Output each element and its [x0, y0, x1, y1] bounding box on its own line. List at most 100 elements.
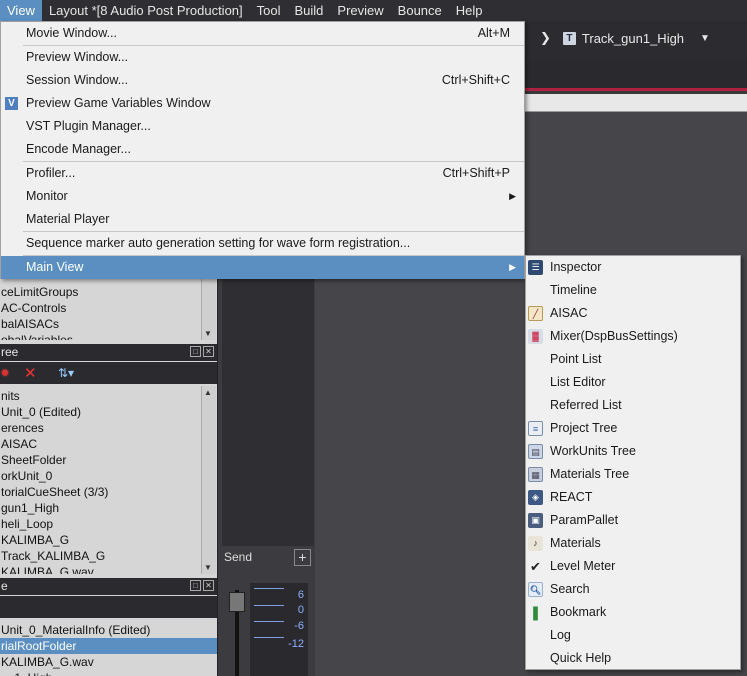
submenu-item-point-list[interactable]: Point List [526, 348, 740, 371]
scroll-up-icon[interactable]: ▲ [204, 388, 212, 397]
tree-item[interactable]: heli_Loop [0, 516, 200, 532]
menu-preview[interactable]: Preview [330, 0, 390, 21]
tree-item[interactable]: Unit_0_MaterialInfo (Edited) [0, 622, 200, 638]
tree-item[interactable]: KALIMBA_G.wav [0, 654, 200, 670]
materials-icon: ♪ [528, 536, 543, 551]
panel-title: e □ ✕ [0, 578, 217, 595]
add-icon[interactable]: ✹ [0, 366, 10, 380]
submenu-item-timeline[interactable]: Timeline [526, 279, 740, 302]
menu-tool[interactable]: Tool [250, 0, 288, 21]
menu-item-encode-manager[interactable]: Encode Manager... [1, 138, 524, 161]
chevron-down-icon[interactable]: ▼ [700, 33, 710, 44]
timeline-ruler [525, 94, 747, 112]
panel-toolbar: ✹ ✕ ⇅▾ [0, 362, 217, 384]
tree-item[interactable]: torialCueSheet (3/3) [0, 484, 200, 500]
main-view-submenu: ☰ Inspector Timeline ╱ AISAC ▓ Mixer(Dsp… [525, 255, 741, 670]
chevron-right-icon: ❯ [540, 30, 551, 45]
meter-tick [254, 621, 284, 622]
tree-item[interactable]: AC-Controls [0, 300, 200, 316]
tree-item[interactable]: Unit_0 (Edited) [0, 404, 200, 420]
scrollbar[interactable]: ▲ ▼ [201, 386, 216, 574]
panel-toolbar [0, 596, 217, 618]
add-send-button[interactable]: + [294, 549, 311, 566]
bookmark-icon: ❚ [529, 604, 542, 620]
tree-item[interactable]: balAISACs [0, 316, 200, 332]
level-meter: 6 0 -6 -12 [250, 583, 308, 676]
meter-tick [254, 588, 284, 589]
tree-item[interactable]: ... 1_High [0, 670, 200, 676]
menu-item-vst-plugin-manager[interactable]: VST Plugin Manager... [1, 115, 524, 138]
menu-item-movie-window[interactable]: Movie Window... Alt+M [1, 22, 524, 45]
tree-item-selected[interactable]: rialRootFolder [0, 638, 217, 654]
submenu-item-aisac[interactable]: ╱ AISAC [526, 302, 740, 325]
close-icon[interactable]: ✕ [203, 346, 214, 357]
submenu-item-materials-tree[interactable]: ▦ Materials Tree [526, 463, 740, 486]
tree-item[interactable]: ceLimitGroups [0, 284, 200, 300]
scroll-down-icon[interactable]: ▼ [204, 563, 212, 572]
float-icon[interactable]: □ [190, 346, 201, 357]
submenu-item-search[interactable]: 🔍︎ Search [526, 578, 740, 601]
scrollbar[interactable]: ▼ [201, 278, 216, 340]
tree-item[interactable]: obalVariables [0, 332, 200, 340]
meter-tick [254, 605, 284, 606]
tree-item[interactable]: Track_KALIMBA_G [0, 548, 200, 564]
db-label: -12 [288, 638, 304, 650]
submenu-item-referred-list[interactable]: Referred List [526, 394, 740, 417]
react-icon: ◈ [528, 490, 543, 505]
tree-item[interactable]: AISAC [0, 436, 200, 452]
menu-item-session-window[interactable]: Session Window... Ctrl+Shift+C [1, 69, 524, 92]
search-icon: 🔍︎ [528, 582, 543, 597]
menu-item-sequence-marker-setting[interactable]: Sequence marker auto generation setting … [1, 232, 524, 255]
menu-item-profiler[interactable]: Profiler... Ctrl+Shift+P [1, 162, 524, 185]
left-panel: ceLimitGroups AC-Controls balAISACs obal… [0, 278, 217, 676]
menu-item-main-view[interactable]: Main View ▶ [1, 256, 524, 279]
content-area [315, 278, 525, 676]
submenu-item-project-tree[interactable]: ≡ Project Tree [526, 417, 740, 440]
menu-item-preview-game-variables[interactable]: V Preview Game Variables Window [1, 92, 524, 115]
close-icon[interactable]: ✕ [203, 580, 214, 591]
menu-bounce[interactable]: Bounce [391, 0, 449, 21]
sort-icon[interactable]: ⇅▾ [58, 366, 74, 380]
menu-layout[interactable]: Layout *[8 Audio Post Production] [42, 0, 250, 21]
submenu-item-workunits-tree[interactable]: ▤ WorkUnits Tree [526, 440, 740, 463]
mixer-strip [222, 278, 314, 546]
db-label: -6 [294, 620, 304, 632]
checkbox-checked-icon: V [5, 97, 18, 110]
menu-help[interactable]: Help [449, 0, 490, 21]
menu-build[interactable]: Build [288, 0, 331, 21]
tree-item[interactable]: nits [0, 388, 200, 404]
submenu-item-quick-help[interactable]: Quick Help [526, 647, 740, 670]
menu-item-material-player[interactable]: Material Player [1, 208, 524, 231]
menu-item-preview-window[interactable]: Preview Window... [1, 46, 524, 69]
menu-item-monitor[interactable]: Monitor ▶ [1, 185, 524, 208]
submenu-item-inspector[interactable]: ☰ Inspector [526, 256, 740, 279]
db-label: 6 [297, 589, 304, 601]
float-icon[interactable]: □ [190, 580, 201, 591]
submenu-item-parampallet[interactable]: ▣ ParamPallet [526, 509, 740, 532]
menubar: View Layout *[8 Audio Post Production] T… [0, 0, 747, 21]
scroll-down-icon[interactable]: ▼ [204, 329, 212, 338]
tree-item[interactable]: gun1_High [0, 500, 200, 516]
submenu-item-react[interactable]: ◈ REACT [526, 486, 740, 509]
materials-tree-icon: ▦ [528, 467, 543, 482]
parampallet-icon: ▣ [528, 513, 543, 528]
submenu-item-log[interactable]: Log [526, 624, 740, 647]
tree-item[interactable]: SheetFolder [0, 452, 200, 468]
submenu-item-list-editor[interactable]: List Editor [526, 371, 740, 394]
breadcrumb[interactable]: ❯ T Track_gun1_High ▼ [540, 30, 710, 46]
menu-view[interactable]: View [0, 0, 42, 21]
aisac-icon: ╱ [528, 306, 543, 321]
submenu-item-level-meter[interactable]: ✔ Level Meter [526, 555, 740, 578]
track-name[interactable]: Track_gun1_High [582, 31, 684, 46]
delete-icon[interactable]: ✕ [24, 364, 37, 382]
submenu-item-materials[interactable]: ♪ Materials [526, 532, 740, 555]
fader-handle[interactable] [229, 592, 245, 612]
submenu-item-mixer[interactable]: ▓ Mixer(DspBusSettings) [526, 325, 740, 348]
tree-item[interactable]: erences [0, 420, 200, 436]
submenu-item-bookmark[interactable]: ❚ Bookmark [526, 601, 740, 624]
inspector-icon: ☰ [528, 260, 543, 275]
tree-item[interactable]: orkUnit_0 [0, 468, 200, 484]
meter-tick [254, 637, 284, 638]
tree-item[interactable]: KALIMBA_G [0, 532, 200, 548]
tree-item[interactable]: KALIMBA_G.wav [0, 564, 200, 574]
